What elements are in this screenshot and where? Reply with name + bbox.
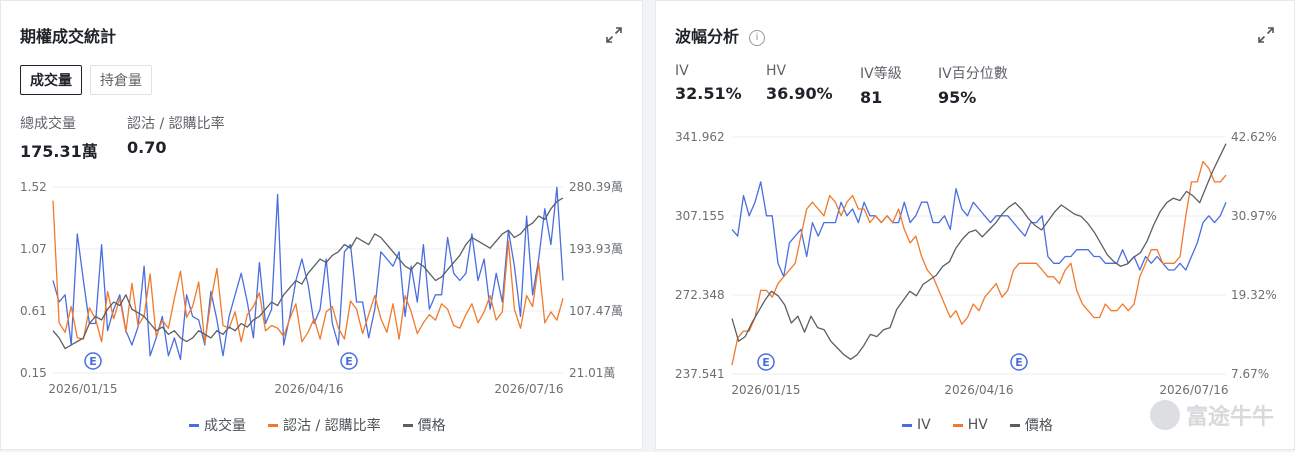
card-title: 期權成交統計 (20, 27, 117, 46)
option-volume-card: 期權成交統計 成交量 持倉量 總成交量 175.31萬 認沽 / 認購比率 0.… (0, 0, 643, 450)
expand-icon[interactable] (605, 26, 623, 44)
stat-value: 81 (860, 88, 883, 107)
volume-chart[interactable]: 1.52 280.39萬 1.07 193.93萬 0.61 107.47萬 0.15 21.… (1, 173, 642, 405)
stat-value: 95% (938, 88, 977, 107)
x-tick-label: 2026/07/16 (494, 382, 563, 396)
tab-open-interest[interactable]: 持倉量 (90, 65, 152, 95)
event-marker-label: E (89, 355, 97, 368)
x-tick-label: 2026/01/15 (48, 382, 117, 396)
tab-bar: 成交量 持倉量 (20, 65, 152, 95)
card-title: 波幅分析 i (675, 23, 766, 47)
volatility-card: 波幅分析 i IV 32.51% HV 36.90% IV等級 81 IV百分位數… (655, 0, 1295, 450)
legend-label: IV (917, 417, 931, 433)
legend-item-volume[interactable]: 成交量 (189, 415, 246, 435)
legend-item-price[interactable]: 價格 (1009, 415, 1053, 435)
legend-label: HV (967, 417, 988, 433)
y-tick-label-left: 1.52 (20, 180, 47, 194)
stat-hv: HV 36.90% (766, 63, 833, 103)
event-marker-label: E (345, 355, 353, 368)
event-marker-label: E (762, 356, 770, 369)
legend-label: 認沽 / 認購比率 (283, 418, 381, 434)
stat-label: HV (766, 63, 787, 79)
y-tick-label-left: 1.07 (20, 242, 47, 256)
y-tick-label-right: 42.62% (1231, 130, 1277, 144)
y-tick-label-left: 341.962 (675, 130, 725, 144)
x-tick-label: 2026/04/16 (944, 383, 1013, 397)
stat-label: 認沽 / 認購比率 (127, 116, 225, 132)
legend-label: 價格 (417, 418, 446, 434)
y-tick-label-right: 19.32% (1231, 288, 1277, 302)
y-tick-label-right: 193.93萬 (569, 242, 623, 256)
stat-value: 0.70 (127, 138, 167, 157)
stat-value: 36.90% (766, 84, 833, 103)
stat-label: IV等級 (860, 66, 902, 82)
info-icon[interactable]: i (749, 30, 766, 46)
watermark-text: 富途牛牛 (1185, 405, 1274, 430)
stat-iv-percentile: IV百分位數 95% (938, 63, 1008, 107)
y-tick-label-left: 272.348 (675, 288, 725, 302)
y-tick-label-left: 307.155 (675, 209, 725, 223)
stat-put-call-ratio: 認沽 / 認購比率 0.70 (127, 113, 225, 157)
volatility-chart[interactable]: 341.962 42.62% 307.155 30.97% 272.348 19.32% 2… (656, 125, 1294, 397)
legend-item-price[interactable]: 價格 (402, 415, 446, 435)
stat-value: 32.51% (675, 84, 742, 103)
stat-label: IV百分位數 (938, 66, 1008, 82)
legend-swatch (189, 423, 199, 427)
legend-swatch (902, 423, 912, 427)
y-tick-label-right: 30.97% (1231, 209, 1277, 223)
y-tick-label-right: 21.01萬 (569, 366, 615, 380)
y-tick-label-right: 280.39萬 (569, 180, 623, 194)
tab-volume[interactable]: 成交量 (20, 65, 82, 95)
y-tick-label-left: 0.15 (20, 366, 47, 380)
card-title-text: 波幅分析 (675, 27, 740, 46)
event-marker-label: E (1015, 356, 1023, 369)
futu-watermark: 富途牛牛 (1149, 399, 1274, 431)
legend-swatch (268, 423, 278, 427)
y-tick-label-left: 237.541 (675, 367, 725, 381)
expand-icon[interactable] (1257, 26, 1275, 44)
stat-total-volume: 總成交量 175.31萬 (20, 113, 98, 162)
legend-item-iv[interactable]: IV (902, 415, 931, 435)
chart-legend: 成交量 認沽 / 認購比率 價格 (189, 415, 446, 435)
legend-label: 成交量 (204, 418, 246, 434)
stat-iv-rank: IV等級 81 (860, 63, 902, 107)
stat-iv: IV 32.51% (675, 63, 742, 103)
y-tick-label-right: 107.47萬 (569, 304, 623, 318)
x-tick-label: 2026/04/16 (274, 382, 343, 396)
chart-legend: IV HV 價格 (902, 415, 1053, 435)
series-line-3 (52, 197, 564, 350)
legend-item-hv[interactable]: HV (952, 415, 988, 435)
legend-swatch (402, 423, 413, 427)
y-tick-label-right: 7.67% (1231, 367, 1269, 381)
legend-item-ratio[interactable]: 認沽 / 認購比率 (268, 415, 381, 435)
stat-label: 總成交量 (20, 116, 76, 132)
legend-swatch (1009, 423, 1020, 427)
series-line-2 (52, 200, 564, 344)
futu-logo-icon (1149, 400, 1180, 430)
stat-label: IV (675, 63, 689, 79)
x-tick-label: 2026/01/15 (731, 383, 800, 397)
legend-label: 價格 (1024, 418, 1053, 434)
x-tick-label: 2026/07/16 (1159, 383, 1228, 397)
y-tick-label-left: 0.61 (20, 304, 47, 318)
stat-value: 175.31萬 (20, 142, 98, 161)
legend-swatch (952, 423, 963, 427)
